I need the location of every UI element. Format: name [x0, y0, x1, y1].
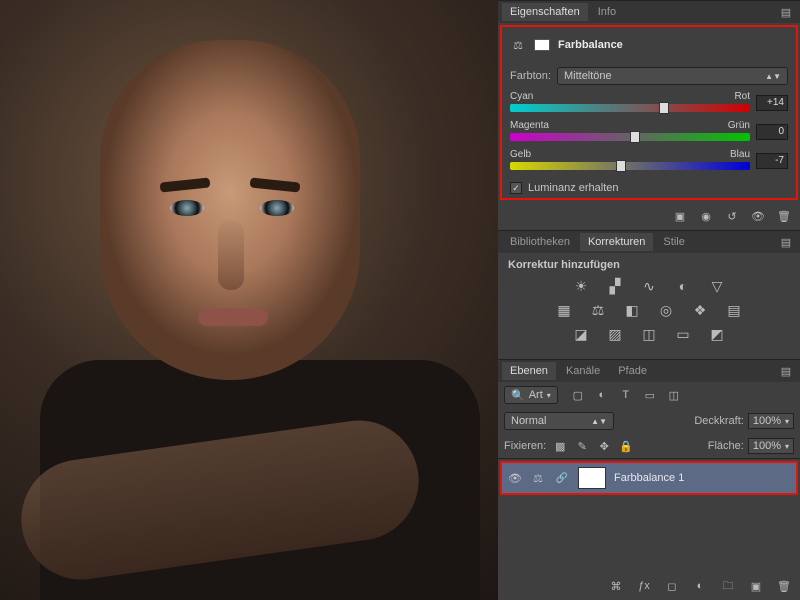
filter-adjust-icon[interactable]: ◐	[594, 387, 610, 403]
lock-label: Fixieren:	[504, 440, 546, 452]
properties-body-highlight: ⚖ Farbbalance Farbton: Mitteltöne ▲▼	[500, 25, 798, 200]
slider-left-label: Gelb	[510, 149, 531, 160]
document-canvas[interactable]	[0, 0, 498, 600]
cyan-red-slider[interactable]	[510, 104, 750, 112]
portrait-photo	[0, 0, 498, 600]
slider-right-label: Grün	[728, 120, 750, 131]
curves-icon[interactable]: ∿	[638, 277, 660, 295]
invert-icon[interactable]: ◪	[570, 325, 592, 343]
opacity-input[interactable]: 100%▾	[748, 413, 794, 429]
posterize-icon[interactable]: ▨	[604, 325, 626, 343]
slider-thumb[interactable]	[630, 131, 640, 143]
tab-styles[interactable]: Stile	[655, 233, 692, 251]
panel-menu-icon[interactable]: ▤	[772, 236, 800, 249]
color-lookup-icon[interactable]: ▤	[723, 301, 745, 319]
layer-mask-thumb[interactable]	[534, 39, 550, 51]
tab-paths[interactable]: Pfade	[610, 362, 655, 380]
chevron-updown-icon: ▲▼	[591, 417, 607, 426]
trash-icon[interactable]: 🗑	[776, 208, 792, 224]
visibility-icon[interactable]: 👁	[750, 208, 766, 224]
photo-filter-icon[interactable]: ◎	[655, 301, 677, 319]
slider-left-label: Magenta	[510, 120, 549, 131]
opacity-label: Deckkraft:	[694, 415, 744, 427]
opacity-value: 100%	[753, 415, 781, 427]
slider-thumb[interactable]	[616, 160, 626, 172]
new-adjustment-icon[interactable]: ◐	[692, 578, 708, 594]
tone-dropdown[interactable]: Mitteltöne ▲▼	[557, 67, 788, 85]
new-layer-icon[interactable]: ▣	[748, 578, 764, 594]
trash-icon[interactable]: 🗑	[776, 578, 792, 594]
yellow-blue-slider[interactable]	[510, 162, 750, 170]
lock-all-icon[interactable]: 🔒	[618, 438, 634, 454]
filter-type-icon[interactable]: T	[618, 387, 634, 403]
filter-kind-value: Art	[529, 389, 543, 401]
tab-info[interactable]: Info	[590, 3, 624, 21]
filter-shape-icon[interactable]: ▭	[642, 387, 658, 403]
blend-mode-value: Normal	[511, 415, 546, 427]
add-mask-icon[interactable]: ◻	[664, 578, 680, 594]
selective-color-icon[interactable]: ◩	[706, 325, 728, 343]
view-previous-icon[interactable]: ◉	[698, 208, 714, 224]
panel-menu-icon[interactable]: ▤	[772, 365, 800, 378]
magenta-green-slider[interactable]	[510, 133, 750, 141]
adjustment-title: Farbbalance	[558, 39, 623, 51]
filter-pixel-icon[interactable]: ▢	[570, 387, 586, 403]
lock-transparent-icon[interactable]: ▩	[552, 438, 568, 454]
layer-visibility-icon[interactable]: 👁	[508, 472, 522, 485]
layer-mask-thumb[interactable]	[578, 467, 606, 489]
gradient-map-icon[interactable]: ▭	[672, 325, 694, 343]
filter-smart-icon[interactable]: ◫	[666, 387, 682, 403]
reset-icon[interactable]: ↺	[724, 208, 740, 224]
layer-name[interactable]: Farbbalance 1	[614, 472, 684, 484]
fill-value: 100%	[753, 440, 781, 452]
preserve-luminosity-label: Luminanz erhalten	[528, 182, 619, 194]
fill-input[interactable]: 100%▾	[748, 438, 794, 454]
chevron-down-icon: ▾	[547, 391, 551, 400]
slider-right-label: Rot	[734, 91, 750, 102]
chevron-updown-icon: ▲▼	[765, 72, 781, 81]
layer-filter-kind[interactable]: 🔍 Art ▾	[504, 386, 558, 404]
slider-thumb[interactable]	[659, 102, 669, 114]
tone-label: Farbton:	[510, 70, 551, 82]
search-icon: 🔍	[511, 389, 525, 402]
link-layers-icon[interactable]: ⌘	[608, 578, 624, 594]
layer-row-active[interactable]: 👁 ⚖ 🔗 Farbbalance 1	[500, 461, 798, 495]
bw-icon[interactable]: ◧	[621, 301, 643, 319]
tab-libraries[interactable]: Bibliotheken	[502, 233, 578, 251]
tab-layers[interactable]: Ebenen	[502, 362, 556, 380]
blend-mode-dropdown[interactable]: Normal ▲▼	[504, 412, 614, 430]
fx-icon[interactable]: ƒx	[636, 578, 652, 594]
cyan-red-value[interactable]: +14	[756, 95, 788, 111]
fill-label: Fläche:	[708, 440, 744, 452]
yellow-blue-value[interactable]: -7	[756, 153, 788, 169]
lock-position-icon[interactable]: ✥	[596, 438, 612, 454]
magenta-green-value[interactable]: 0	[756, 124, 788, 140]
preserve-luminosity-checkbox[interactable]: ✓	[510, 182, 522, 194]
balance-scale-icon: ⚖	[530, 470, 546, 486]
panel-menu-icon[interactable]: ▤	[772, 6, 800, 19]
exposure-icon[interactable]: ◐	[672, 277, 694, 295]
balance-scale-icon: ⚖	[510, 37, 526, 53]
tone-value: Mitteltöne	[564, 70, 612, 82]
threshold-icon[interactable]: ◫	[638, 325, 660, 343]
tab-adjustments[interactable]: Korrekturen	[580, 233, 653, 251]
levels-icon[interactable]: ▞	[604, 277, 626, 295]
clip-to-layer-icon[interactable]: ▣	[672, 208, 688, 224]
link-icon[interactable]: 🔗	[554, 470, 570, 486]
color-balance-icon[interactable]: ⚖	[587, 301, 609, 319]
new-group-icon[interactable]: 🗀	[720, 578, 736, 594]
channel-mixer-icon[interactable]: ❖	[689, 301, 711, 319]
slider-right-label: Blau	[730, 149, 750, 160]
lock-pixels-icon[interactable]: ✎	[574, 438, 590, 454]
add-adjustment-hint: Korrektur hinzufügen	[508, 259, 790, 271]
slider-left-label: Cyan	[510, 91, 533, 102]
brightness-icon[interactable]: ☀	[570, 277, 592, 295]
tab-properties[interactable]: Eigenschaften	[502, 3, 588, 21]
vibrance-icon[interactable]: ▽	[706, 277, 728, 295]
tab-channels[interactable]: Kanäle	[558, 362, 608, 380]
hue-sat-icon[interactable]: ▦	[553, 301, 575, 319]
